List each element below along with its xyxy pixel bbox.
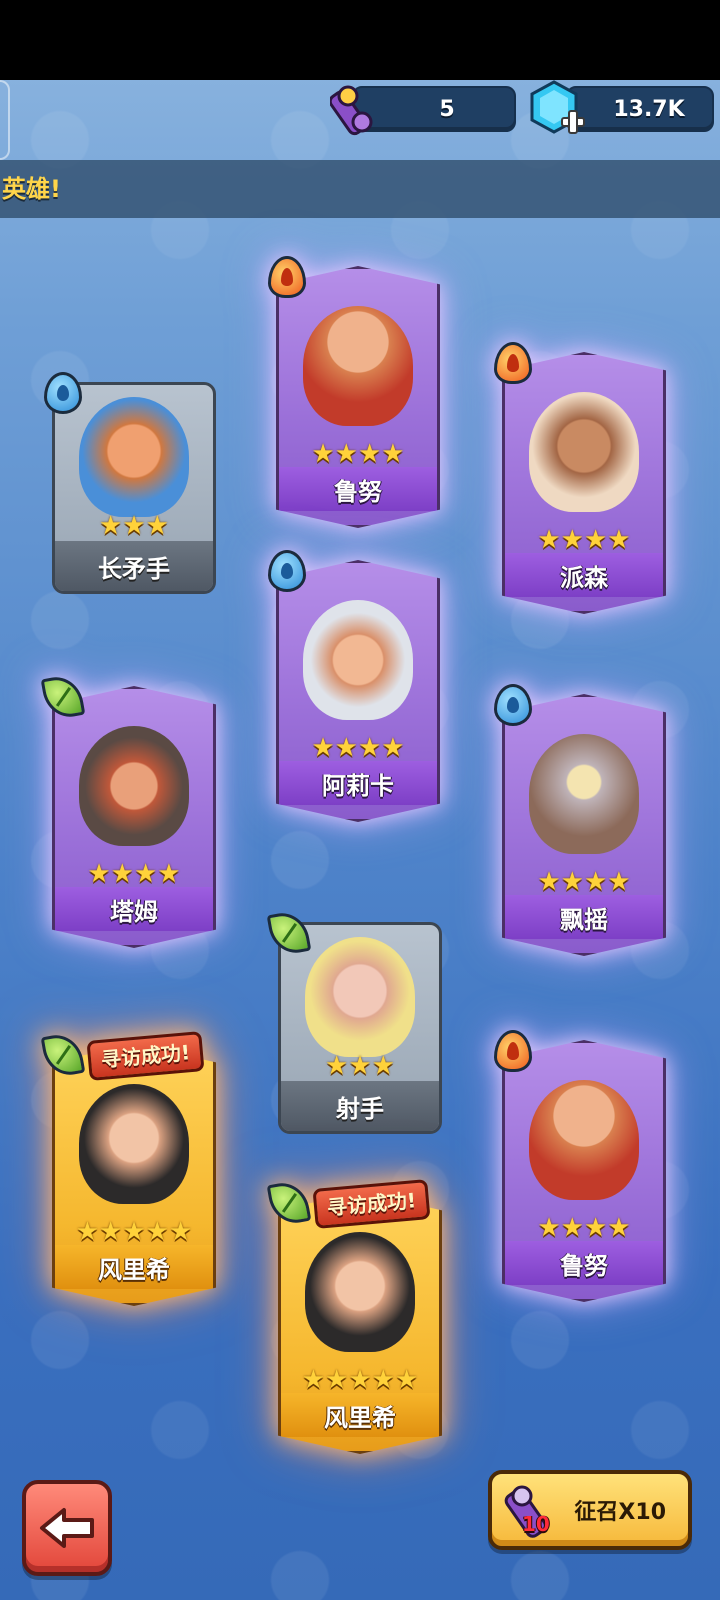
leaf-element-icon	[266, 1179, 312, 1227]
back-button[interactable]	[22, 1480, 112, 1576]
hero-name: 长矛手	[55, 541, 213, 591]
fire-element-icon	[494, 342, 532, 384]
hero-portrait	[279, 563, 437, 757]
hero-stars: ★★★★	[537, 867, 631, 897]
hero-stars: ★★★★★	[75, 1217, 193, 1247]
hero-stars: ★★★★	[87, 859, 181, 889]
hero-portrait	[505, 1043, 663, 1237]
hero-stars: ★★★★	[537, 525, 631, 555]
hero-name: 风里希	[281, 1393, 439, 1437]
hero-card[interactable]: ★★★★ 塔姆	[40, 673, 216, 948]
banner-text: 英雄!	[2, 175, 61, 203]
summon-x10-button[interactable]: 10 征召X10	[488, 1470, 692, 1550]
result-banner: 英雄!	[0, 160, 720, 218]
hero-card[interactable]: ★★★★ 飘摇	[494, 684, 666, 956]
hero-stars: ★★★★★	[301, 1365, 419, 1395]
hero-stars: ★★★	[99, 511, 169, 541]
hero-name: 射手	[281, 1081, 439, 1131]
water-element-icon	[268, 550, 306, 592]
hero-card[interactable]: 寻访成功! ★★★★★ 风里希	[40, 1031, 216, 1306]
arrow-left-icon	[40, 1508, 94, 1548]
leaf-element-icon	[40, 673, 86, 721]
hero-portrait	[279, 269, 437, 463]
scroll-currency-value: 5	[439, 96, 455, 122]
hero-portrait	[505, 355, 663, 549]
hero-stars: ★★★	[325, 1051, 395, 1081]
leaf-element-icon	[266, 909, 312, 957]
hero-stars: ★★★★	[311, 439, 405, 469]
side-panel-edge[interactable]	[0, 80, 10, 160]
hero-name: 塔姆	[55, 887, 213, 931]
hero-name: 派森	[505, 553, 663, 597]
gem-plus-icon[interactable]	[526, 78, 588, 142]
fire-element-icon	[268, 256, 306, 298]
hero-card[interactable]: ★★★ 长矛手	[44, 372, 216, 594]
status-bar	[0, 0, 720, 80]
gem-currency-value: 13.7K	[613, 96, 685, 122]
summon-scroll-icon	[330, 85, 373, 136]
hero-name: 阿莉卡	[279, 761, 437, 805]
water-element-icon	[494, 684, 532, 726]
hero-stars: ★★★★	[311, 733, 405, 763]
hero-card[interactable]: ★★★★ 阿莉卡	[268, 550, 440, 822]
hero-name: 风里希	[55, 1245, 213, 1289]
hero-card[interactable]: ★★★★ 鲁努	[268, 256, 440, 528]
hero-card[interactable]: 寻访成功! ★★★★★ 风里希	[266, 1179, 442, 1454]
summon-count-badge: 10	[522, 1512, 550, 1536]
hero-card[interactable]: ★★★★ 鲁努	[494, 1030, 666, 1302]
fire-element-icon	[494, 1030, 532, 1072]
hero-portrait	[505, 697, 663, 891]
leaf-element-icon	[40, 1031, 86, 1079]
hero-name: 飘摇	[505, 895, 663, 939]
summon-label: 征召X10	[574, 1500, 666, 1525]
hero-card[interactable]: ★★★ 射手	[266, 909, 442, 1134]
water-element-icon	[44, 372, 82, 414]
hero-stars: ★★★★	[537, 1213, 631, 1243]
gem-currency-counter: 13.7K	[566, 86, 714, 132]
hero-portrait	[55, 689, 213, 883]
hero-name: 鲁努	[279, 467, 437, 511]
hero-name: 鲁努	[505, 1241, 663, 1285]
hero-card[interactable]: ★★★★ 派森	[494, 342, 666, 614]
